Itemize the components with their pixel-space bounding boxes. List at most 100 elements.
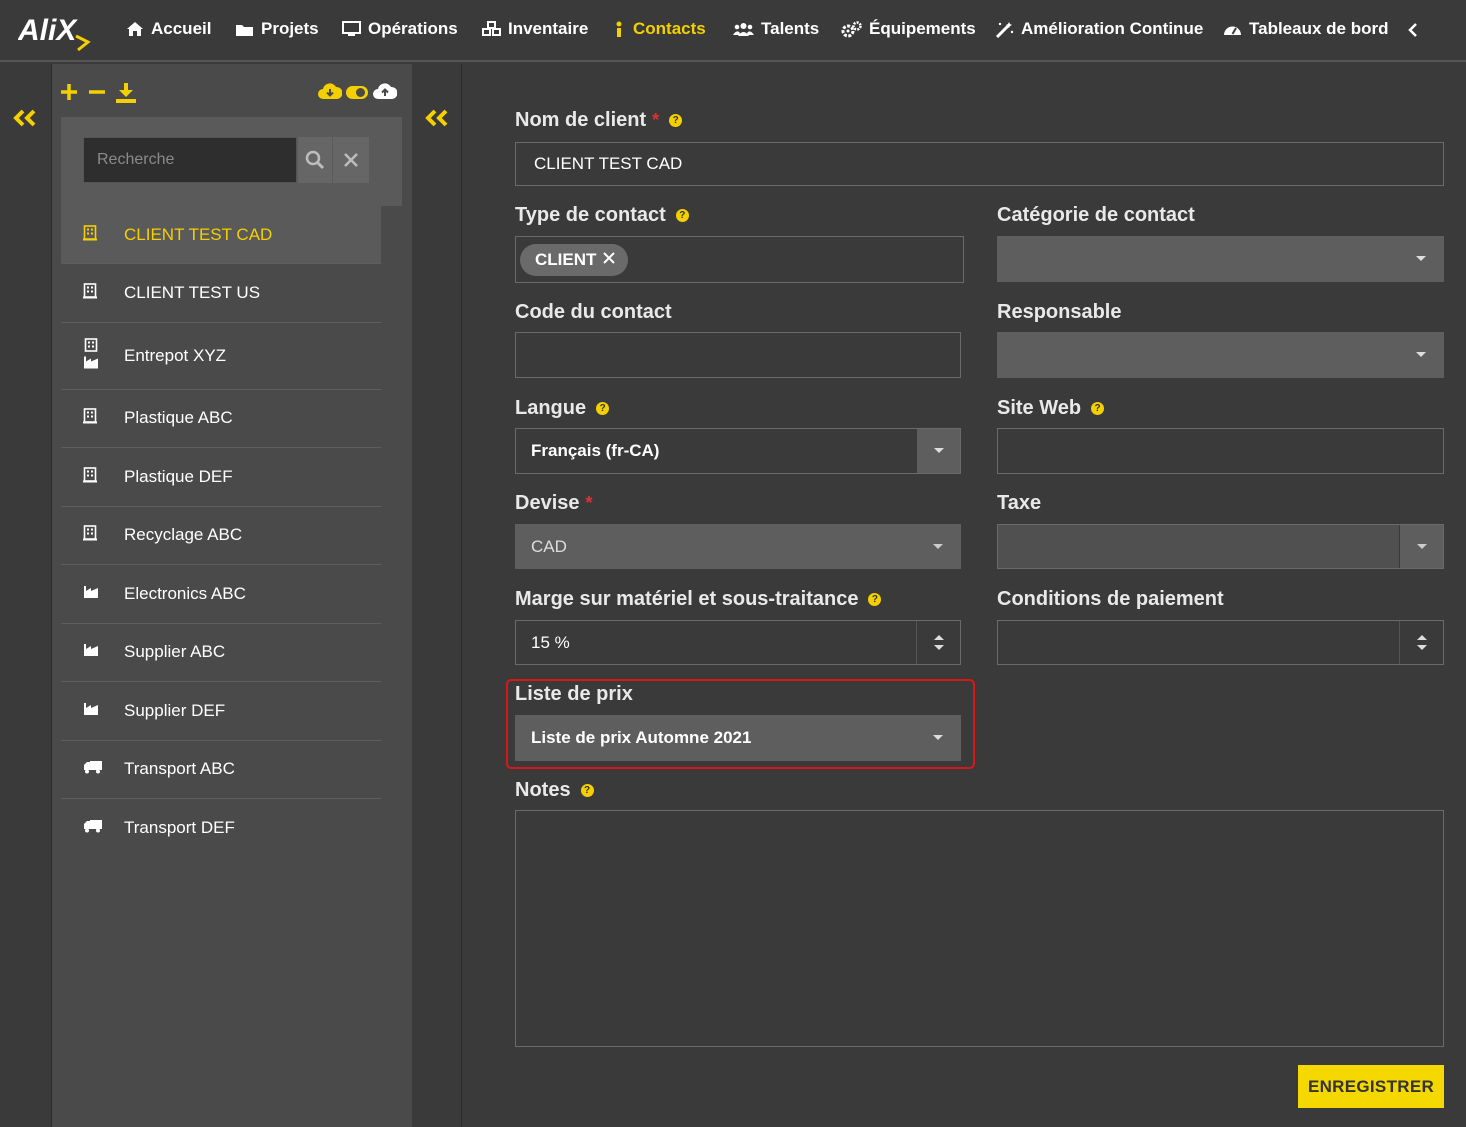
- contact-type-input[interactable]: CLIENT: [515, 236, 964, 283]
- clear-search-button[interactable]: [333, 137, 369, 183]
- contact-category-select[interactable]: [997, 236, 1444, 282]
- label-text: Conditions de paiement: [997, 588, 1224, 610]
- nav-label: Amélioration Continue: [1021, 19, 1204, 38]
- currency-select[interactable]: CAD: [515, 524, 961, 569]
- nav-amelioration-continue[interactable]: Amélioration Continue: [995, 19, 1203, 39]
- toggle-switch[interactable]: [345, 82, 369, 107]
- list-item[interactable]: Supplier ABC: [61, 624, 381, 682]
- help-icon[interactable]: ?: [868, 593, 882, 606]
- minus-icon: [89, 90, 105, 94]
- save-button[interactable]: ENREGISTRER: [1298, 1065, 1444, 1108]
- building-icon: [83, 224, 97, 245]
- tax-label: Taxe: [997, 492, 1041, 515]
- website-label: Site Web?: [997, 397, 1105, 420]
- notes-textarea[interactable]: [515, 810, 1444, 1047]
- website-input[interactable]: [997, 428, 1444, 474]
- margin-input[interactable]: 15 %: [515, 620, 961, 665]
- contact-name: Transport DEF: [124, 818, 235, 838]
- collapse-main-menu-button[interactable]: [12, 108, 38, 133]
- building-icon: [83, 525, 97, 546]
- contact-type-label: Type de contact?: [515, 204, 689, 227]
- number-stepper[interactable]: [1399, 621, 1443, 664]
- label-text: Responsable: [997, 301, 1122, 323]
- cloud-download-button[interactable]: [318, 82, 343, 107]
- label-text: Taxe: [997, 492, 1042, 514]
- contact-name: Entrepot XYZ: [124, 345, 227, 365]
- double-chevron-left-icon: [13, 109, 36, 127]
- nav-equipements[interactable]: Équipements: [841, 19, 976, 39]
- list-item[interactable]: Recyclage ABC: [61, 507, 381, 565]
- folder-icon: [236, 24, 253, 36]
- list-item[interactable]: Entrepot XYZ: [61, 323, 381, 390]
- list-item[interactable]: Plastique DEF: [61, 448, 381, 507]
- manager-select[interactable]: [997, 332, 1444, 378]
- svg-text:AliX: AliX: [18, 14, 78, 47]
- cloud-upload-button[interactable]: [373, 82, 398, 107]
- remove-chip-button[interactable]: [602, 250, 616, 270]
- nav-operations[interactable]: Opérations: [342, 19, 458, 39]
- label-text: Nom de client: [515, 109, 647, 131]
- nav-accueil[interactable]: Accueil: [126, 19, 211, 39]
- list-item[interactable]: Transport ABC: [61, 741, 381, 799]
- building-icon: [83, 282, 97, 303]
- help-icon[interactable]: ?: [596, 402, 610, 415]
- contact-list: CLIENT TEST CAD CLIENT TEST US Entrepot …: [61, 206, 381, 858]
- help-icon[interactable]: ?: [580, 784, 594, 797]
- monitor-icon: [342, 21, 361, 36]
- chevron-left-icon: [1408, 23, 1417, 37]
- nav-inventaire[interactable]: Inventaire: [482, 19, 588, 39]
- list-item[interactable]: Supplier DEF: [61, 682, 381, 741]
- list-toolbar: [52, 82, 402, 112]
- help-icon[interactable]: ?: [669, 114, 683, 127]
- building-icon: [83, 408, 97, 429]
- contact-name: Electronics ABC: [124, 583, 246, 603]
- currency-label: Devise *: [515, 492, 593, 515]
- list-item[interactable]: CLIENT TEST US: [61, 264, 381, 323]
- add-contact-button[interactable]: [59, 82, 79, 107]
- contact-type-chip: CLIENT: [520, 243, 629, 276]
- help-icon[interactable]: ?: [675, 209, 689, 222]
- language-select[interactable]: Français (fr-CA): [515, 428, 961, 474]
- field-value: CLIENT TEST CAD: [534, 154, 683, 173]
- list-item[interactable]: Plastique ABC: [61, 390, 381, 448]
- nav-label: Opérations: [368, 19, 458, 38]
- manager-label: Responsable: [997, 301, 1121, 324]
- collapse-list-button[interactable]: [424, 108, 450, 133]
- remove-contact-button[interactable]: [87, 82, 107, 107]
- alix-logo[interactable]: AliX: [17, 10, 94, 52]
- search-button[interactable]: [298, 137, 332, 183]
- label-text: Devise: [515, 492, 580, 514]
- factory-icon: [83, 584, 99, 604]
- payment-terms-input[interactable]: [997, 620, 1444, 665]
- field-value: Liste de prix Automne 2021: [531, 728, 752, 747]
- list-item[interactable]: Electronics ABC: [61, 565, 381, 624]
- download-button[interactable]: [115, 82, 137, 109]
- nav-label: Inventaire: [508, 19, 589, 38]
- list-item[interactable]: CLIENT TEST CAD: [61, 206, 381, 264]
- client-name-input[interactable]: CLIENT TEST CAD: [515, 142, 1444, 186]
- contact-name: Supplier DEF: [124, 700, 226, 720]
- field-value: CAD: [531, 536, 567, 556]
- contact-code-input[interactable]: [515, 332, 961, 378]
- contact-name: Plastique ABC: [124, 408, 233, 428]
- top-navigation: AliX Accueil Projets Opérations Inventai…: [0, 0, 1466, 62]
- tax-select[interactable]: [997, 524, 1444, 569]
- help-icon[interactable]: ?: [1091, 402, 1105, 415]
- search-input[interactable]: [83, 137, 297, 183]
- contact-form: Nom de client *? CLIENT TEST CAD Type de …: [463, 64, 1466, 1127]
- required-marker: *: [585, 493, 593, 513]
- close-icon: [603, 251, 616, 264]
- double-chevron-left-icon: [425, 109, 448, 127]
- nav-talents[interactable]: Talents: [733, 19, 819, 39]
- price-list-select[interactable]: Liste de prix Automne 2021: [515, 715, 961, 761]
- gauge-icon: [1224, 26, 1241, 35]
- nav-projets[interactable]: Projets: [235, 19, 319, 39]
- nav-collapse-button[interactable]: [1407, 20, 1419, 45]
- left-rail: [0, 64, 52, 1127]
- contact-category-label: Catégorie de contact: [997, 204, 1195, 227]
- contact-name: Transport ABC: [124, 759, 235, 779]
- nav-contacts[interactable]: Contacts: [612, 19, 706, 39]
- number-stepper[interactable]: [916, 621, 960, 664]
- nav-tableaux-de-bord[interactable]: Tableaux de bord: [1223, 19, 1389, 39]
- list-item[interactable]: Transport DEF: [61, 799, 381, 858]
